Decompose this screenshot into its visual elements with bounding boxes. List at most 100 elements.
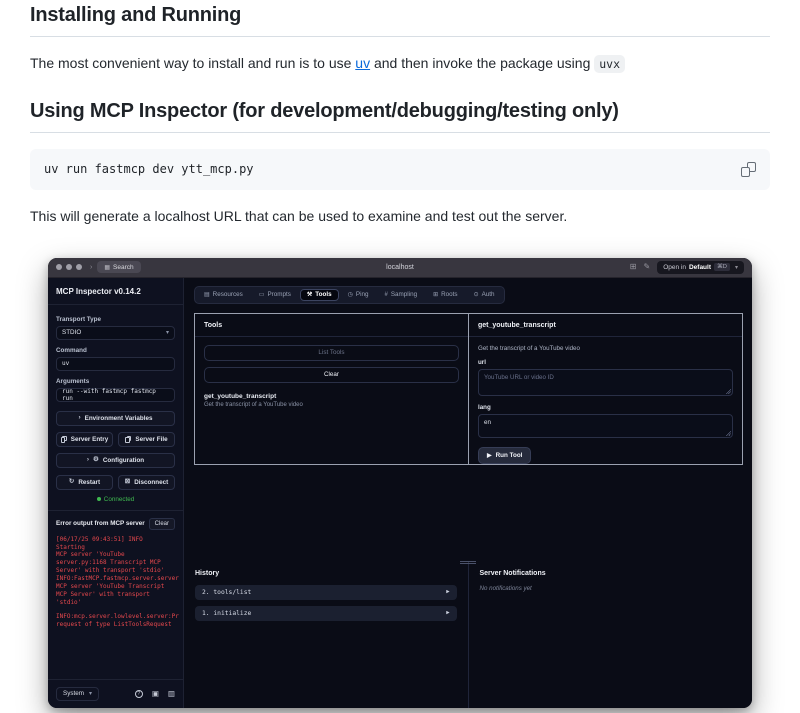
status-dot-icon — [97, 497, 101, 501]
copy-code-icon[interactable] — [741, 162, 756, 177]
paragraph-text: The most convenient way to install and r… — [30, 55, 355, 71]
lang-field-label: lang — [478, 404, 733, 411]
roots-icon: ⊞ — [433, 291, 438, 298]
status-label: Connected — [104, 496, 134, 503]
footer-icons: ? ▣ ▥ — [135, 690, 175, 698]
server-file-button[interactable]: Server File — [118, 432, 175, 447]
sidebar-toggle-icon[interactable]: › — [90, 264, 92, 271]
notifications-title: Server Notifications — [480, 570, 742, 577]
resize-grip-icon[interactable] — [726, 431, 731, 436]
restart-button[interactable]: ↻ Restart — [56, 475, 113, 490]
divider — [48, 510, 183, 511]
tab-ping[interactable]: ◷Ping — [341, 289, 376, 301]
tool-detail-body: Get the transcript of a YouTube video ur… — [469, 337, 742, 472]
share-icon[interactable]: ⊞ — [630, 263, 637, 271]
url-input[interactable] — [478, 369, 733, 396]
tab-sampling[interactable]: #Sampling — [377, 289, 424, 301]
clear-errors-button[interactable]: Clear — [149, 518, 175, 530]
disconnect-button[interactable]: ⊠ Disconnect — [118, 475, 175, 490]
feature-tabs: ▤Resources ▭Prompts ⚒Tools ◷Ping #Sampli… — [194, 286, 505, 304]
help-icon[interactable]: ? — [135, 690, 143, 698]
open-in-default-button[interactable]: Open in Default ⌘D ▾ — [657, 261, 744, 274]
arguments-input[interactable]: run --with fastmcp fastmcp run — [56, 388, 175, 402]
disconnect-label: Disconnect — [134, 479, 168, 486]
history-row[interactable]: 1. initialize ▶ — [195, 606, 457, 621]
uv-link[interactable]: uv — [355, 55, 370, 71]
tab-resources[interactable]: ▤Resources — [197, 289, 250, 301]
gear-icon: ⚙ — [93, 457, 99, 464]
window-titlebar: › ▦ Search localhost ⊞ ✎ Open in Default… — [48, 258, 752, 278]
uvx-inline-code: uvx — [594, 55, 625, 73]
configuration-button[interactable]: › ⚙ Configuration — [56, 453, 175, 468]
titlebar-actions: ⊞ ✎ Open in Default ⌘D ▾ — [630, 261, 744, 274]
prompts-icon: ▭ — [259, 291, 265, 298]
command-input[interactable]: uv — [56, 357, 175, 371]
resize-handle[interactable] — [460, 561, 476, 565]
tools-icon: ⚒ — [307, 291, 312, 298]
list-tools-button[interactable]: List Tools — [204, 345, 459, 361]
traffic-light-buttons[interactable] — [56, 264, 82, 270]
tool-list-item[interactable]: get_youtube_transcript Get the transcrip… — [204, 393, 459, 408]
github-icon[interactable]: ▣ — [152, 690, 159, 698]
server-entry-button[interactable]: Server Entry — [56, 432, 113, 447]
tools-list-body: List Tools Clear get_youtube_transcript … — [195, 337, 468, 416]
chevron-down-icon: ▾ — [166, 329, 169, 336]
app-title: MCP Inspector v0.14.2 — [48, 278, 183, 305]
tab-roots[interactable]: ⊞Roots — [426, 289, 464, 301]
localhost-paragraph: This will generate a localhost URL that … — [30, 206, 770, 226]
tab-label: Sampling — [391, 291, 417, 298]
tab-label: Roots — [441, 291, 457, 298]
minimize-window-icon[interactable] — [66, 264, 72, 270]
section-heading-mcp-inspector: Using MCP Inspector (for development/deb… — [30, 100, 770, 133]
tab-prompts[interactable]: ▭Prompts — [252, 289, 298, 301]
history-pane: History 2. tools/list ▶ 1. initialize ▶ — [184, 561, 468, 708]
edit-icon[interactable]: ✎ — [643, 263, 650, 271]
tab-icon: ▦ — [104, 264, 110, 271]
clear-tools-button[interactable]: Clear — [204, 367, 459, 383]
error-log-block: INFO:mcp.server.lowlevel.server:Pr reque… — [56, 613, 175, 629]
close-window-icon[interactable] — [56, 264, 62, 270]
command-label: Command — [56, 347, 175, 354]
connection-buttons-row: ↻ Restart ⊠ Disconnect — [56, 475, 175, 490]
chevron-down-icon: ▾ — [735, 264, 738, 271]
tab-tools[interactable]: ⚒Tools — [300, 289, 339, 301]
history-row[interactable]: 2. tools/list ▶ — [195, 585, 457, 600]
resources-icon: ▤ — [204, 291, 210, 298]
history-entry-label: 1. initialize — [202, 610, 251, 617]
theme-select-value: System — [63, 690, 84, 697]
environment-variables-button[interactable]: › Environment Variables — [56, 411, 175, 426]
tool-detail-title: get_youtube_transcript — [469, 314, 742, 337]
sidebar-footer: System ▾ ? ▣ ▥ — [48, 679, 183, 708]
theme-select[interactable]: System ▾ — [56, 687, 99, 701]
tab-label: Prompts — [267, 291, 290, 298]
transport-type-select[interactable]: STDIO ▾ — [56, 326, 175, 340]
connection-status: Connected — [97, 496, 134, 503]
inspector-sidebar: MCP Inspector v0.14.2 Transport Type STD… — [48, 278, 184, 708]
lang-input[interactable]: en — [478, 414, 733, 438]
expand-caret-icon: ▶ — [446, 610, 449, 616]
docs-icon[interactable]: ▥ — [168, 690, 175, 698]
open-in-label: Open in — [663, 264, 686, 271]
chevron-right-icon: › — [87, 457, 89, 464]
run-tool-button[interactable]: ▶ Run Tool — [478, 447, 531, 464]
copy-icon — [125, 436, 131, 443]
code-text: uv run fastmcp dev ytt_mcp.py — [44, 162, 254, 176]
error-output-header: Error output from MCP server Clear — [56, 518, 175, 530]
disconnect-icon: ⊠ — [125, 479, 130, 486]
run-tool-label: Run Tool — [496, 452, 523, 459]
lang-field-wrap: en — [478, 414, 733, 438]
transport-type-value: STDIO — [62, 329, 81, 336]
tab-auth[interactable]: ⊙Auth — [467, 289, 502, 301]
tool-description: Get the transcript of a YouTube video — [204, 402, 459, 408]
history-title: History — [195, 570, 457, 577]
mcp-inspector-window: › ▦ Search localhost ⊞ ✎ Open in Default… — [48, 258, 752, 708]
zoom-window-icon[interactable] — [76, 264, 82, 270]
window-body: MCP Inspector v0.14.2 Transport Type STD… — [48, 278, 752, 708]
tools-panel: Tools List Tools Clear get_youtube_trans… — [194, 313, 743, 465]
server-entry-label: Server Entry — [71, 436, 108, 443]
section-heading-installing: Installing and Running — [30, 4, 770, 37]
resize-grip-icon[interactable] — [726, 389, 731, 394]
history-entry-label: 2. tools/list — [202, 589, 251, 596]
browser-tab-pill[interactable]: ▦ Search — [97, 261, 140, 273]
notifications-empty-text: No notifications yet — [480, 585, 742, 592]
